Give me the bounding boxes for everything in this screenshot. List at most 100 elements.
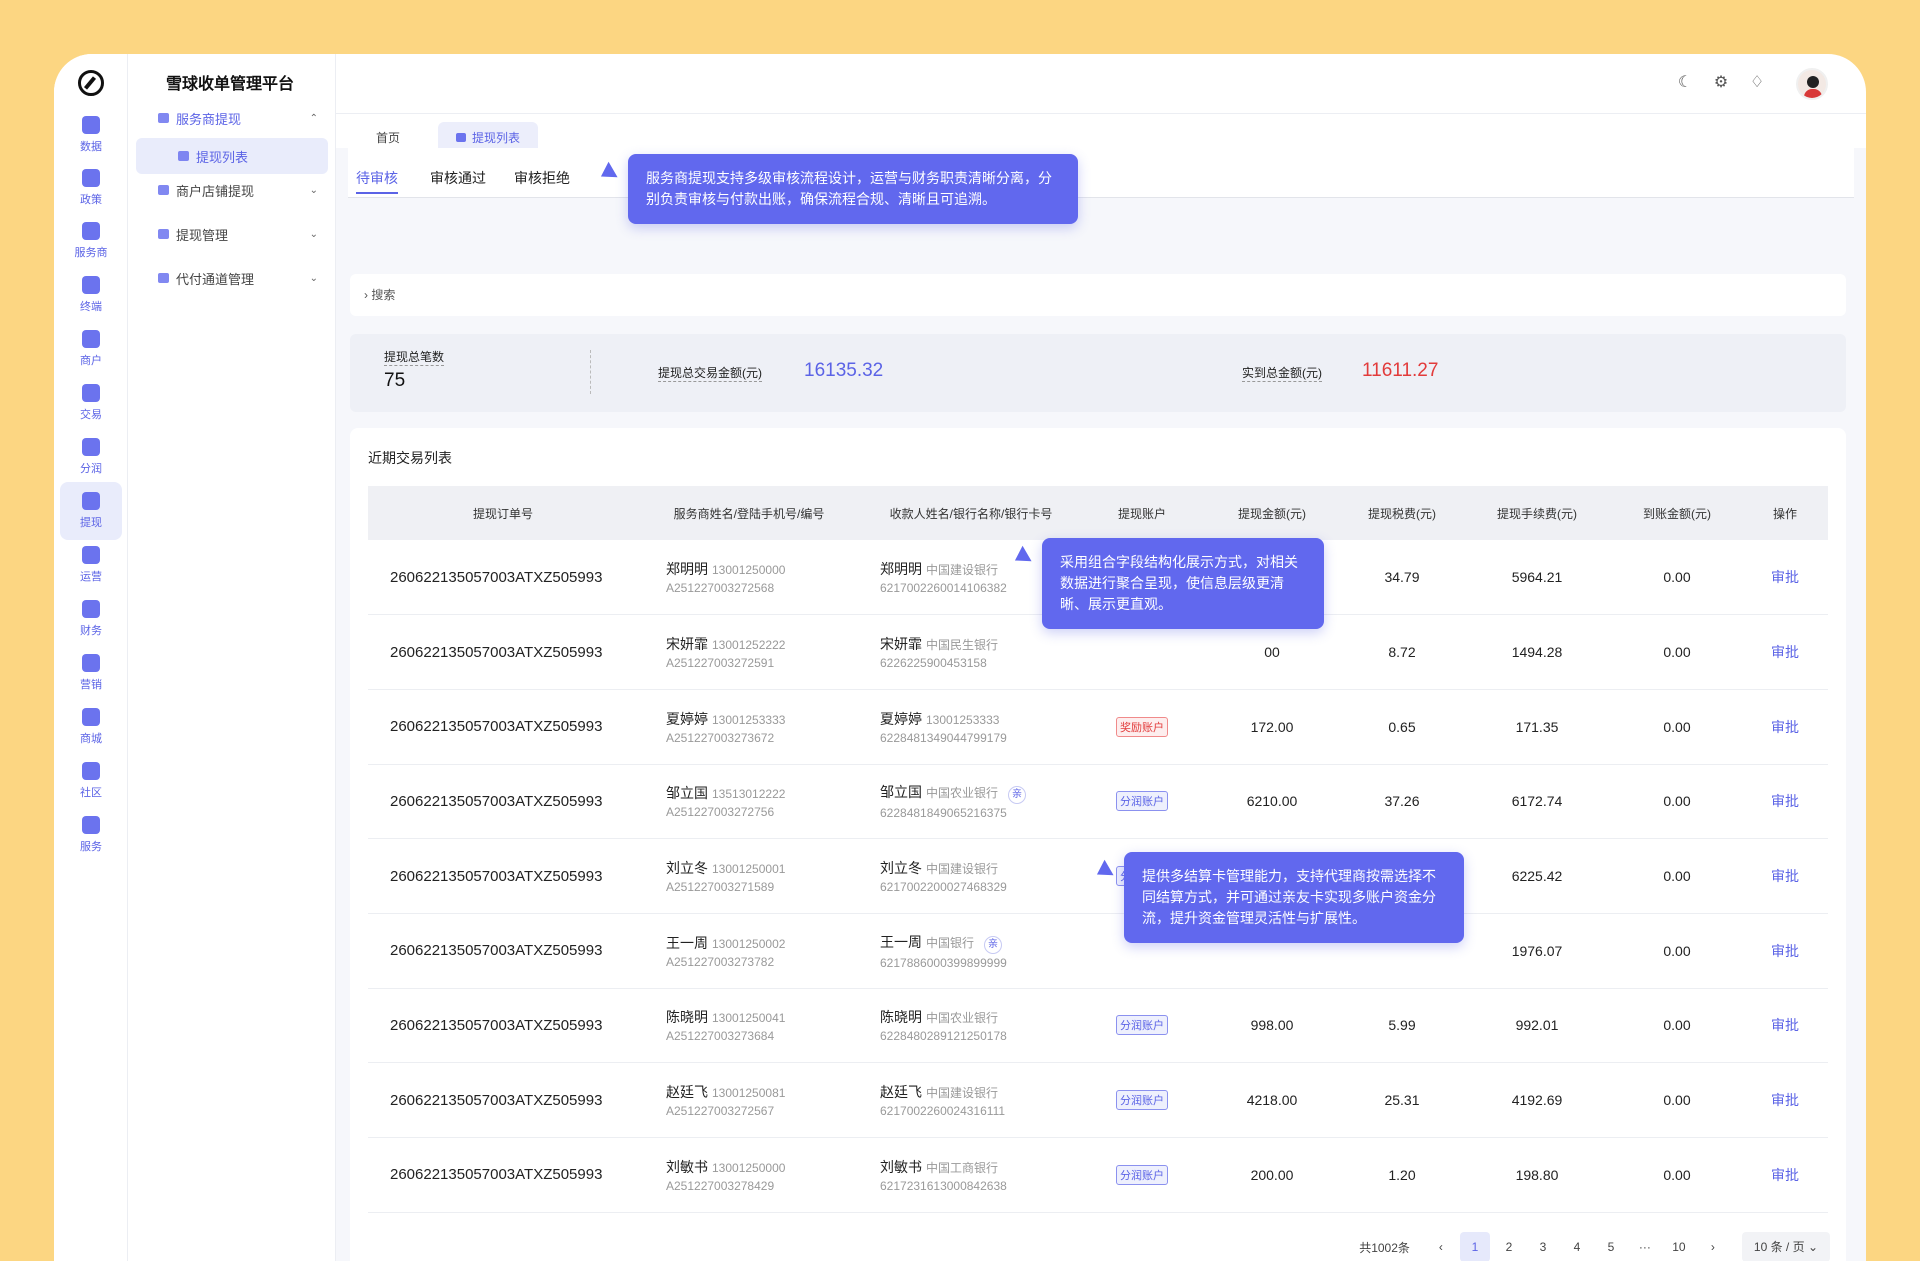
search-panel-toggle[interactable]: › 搜索 — [350, 274, 1846, 316]
rail-item-withdraw[interactable]: 提现 — [60, 482, 122, 540]
tab-withdraw-list[interactable]: 提现列表 — [438, 122, 539, 150]
received: 0.00 — [1612, 1062, 1742, 1138]
prev-page-button[interactable]: ‹ — [1426, 1232, 1456, 1261]
side-menu: 雪球收单管理平台 服务商提现 ⌃ 提现列表 商户店铺提现 ⌄ 提现管理 ⌄ 代付通道管… — [128, 54, 336, 1261]
rail-item-profit[interactable]: 分润 — [60, 428, 122, 486]
rail-item-community[interactable]: 社区 — [60, 752, 122, 810]
page-size-select[interactable]: 10 条 / 页 ⌄ — [1741, 1232, 1830, 1261]
status-tabs: 待审核 审核通过 审核拒绝 — [348, 148, 1854, 198]
tab-approved[interactable]: 审核通过 — [430, 168, 486, 188]
page-3[interactable]: 3 — [1528, 1232, 1558, 1261]
tab-pending[interactable]: 待审核 — [356, 168, 398, 194]
account-cell: 分润账户 — [1082, 764, 1202, 840]
provider-name: 刘敏书 — [666, 1158, 708, 1175]
rail-item-operation[interactable]: 运营 — [60, 536, 122, 594]
gear-icon[interactable]: ⚙ — [1712, 74, 1730, 92]
payee-bank: 中国工商银行 — [926, 1160, 999, 1175]
fee: 171.35 — [1462, 689, 1612, 765]
page-1[interactable]: 1 — [1459, 1232, 1490, 1261]
provider-code: A251227003271589 — [666, 880, 775, 895]
order-id: 260622135057003ATXZ505993 — [368, 614, 638, 690]
table-header: 提现订单号 服务商姓名/登陆手机号/编号 收款人姓名/银行名称/银行卡号 提现账… — [368, 486, 1828, 540]
menu-payout-channel[interactable]: 代付通道管理 ⌄ — [136, 260, 328, 296]
payee-cell: 刘敏书 中国工商银行 6217231613000842638 — [860, 1137, 1082, 1213]
payee-cell: 陈晓明 中国农业银行 6228480289121250178 — [860, 988, 1082, 1064]
chevron-down-icon: ⌄ — [309, 184, 318, 196]
table-row: 260622135057003ATXZ505993 赵廷飞 13001250081… — [368, 1062, 1828, 1138]
provider-cell: 郑明明 13001250000 A251227003272568 — [638, 540, 860, 616]
menu-withdraw-manage[interactable]: 提现管理 ⌄ — [136, 216, 328, 252]
avatar[interactable] — [1796, 68, 1828, 100]
rail-item-mall[interactable]: 商城 — [60, 698, 122, 756]
provider-code: A251227003272756 — [666, 805, 775, 820]
rail-item-service[interactable]: 服务 — [60, 806, 122, 864]
payee-name: 王一周 — [880, 933, 922, 950]
page-5[interactable]: 5 — [1596, 1232, 1626, 1261]
approve-button[interactable]: 审批 — [1771, 793, 1799, 809]
menu-withdraw-list[interactable]: 提现列表 — [136, 138, 328, 174]
wallet-icon — [158, 113, 169, 123]
rail-item-marketing[interactable]: 营销 — [60, 644, 122, 702]
tab-home[interactable]: 首页 — [358, 122, 418, 150]
fee: 1494.28 — [1462, 614, 1612, 690]
account-badge: 分润账户 — [1116, 1015, 1168, 1036]
menu-provider-withdraw[interactable]: 服务商提现 ⌃ — [136, 100, 328, 136]
table-row: 260622135057003ATXZ505993 王一周 13001250002… — [368, 913, 1828, 989]
provider-name: 邹立国 — [666, 785, 708, 802]
moon-icon[interactable]: ☾ — [1676, 74, 1694, 92]
col-tax: 提现税费(元) — [1342, 486, 1462, 540]
rail-item-terminal[interactable]: 终端 — [60, 266, 122, 324]
rail-item-policy[interactable]: 政策 — [60, 159, 122, 217]
gift-icon — [82, 654, 100, 672]
coin-hand-icon — [82, 384, 100, 402]
shirt-icon[interactable]: ♢ — [1748, 74, 1766, 92]
received: 0.00 — [1612, 689, 1742, 765]
approve-button[interactable]: 审批 — [1771, 1017, 1799, 1033]
fee: 5964.21 — [1462, 540, 1612, 616]
approve-button[interactable]: 审批 — [1771, 943, 1799, 959]
approve-button[interactable]: 审批 — [1771, 569, 1799, 585]
app-window: 数据 政策 服务商 终端 商户 交易 分润 提现 运营 财务 营销 商城 社区 … — [54, 54, 1866, 1261]
approve-button[interactable]: 审批 — [1771, 644, 1799, 660]
page-10[interactable]: 10 — [1664, 1232, 1694, 1261]
stat-count-value: 75 — [384, 370, 406, 391]
payee-name: 宋妍霏 — [880, 636, 922, 653]
provider-name: 陈晓明 — [666, 1009, 708, 1026]
approve-button[interactable]: 审批 — [1771, 868, 1799, 884]
fee: 198.80 — [1462, 1137, 1612, 1213]
next-page-button[interactable]: › — [1698, 1232, 1728, 1261]
user-icon — [82, 222, 100, 240]
payee-cell: 赵廷飞 中国建设银行 6217002260024316111 — [860, 1062, 1082, 1138]
rail-item-transaction[interactable]: 交易 — [60, 374, 122, 432]
approve-button[interactable]: 审批 — [1771, 1167, 1799, 1183]
chart-icon — [82, 116, 100, 134]
tax: 37.26 — [1342, 764, 1462, 840]
menu-store-withdraw[interactable]: 商户店铺提现 ⌄ — [136, 172, 328, 208]
icon-rail: 数据 政策 服务商 终端 商户 交易 分润 提现 运营 财务 营销 商城 社区 … — [54, 54, 128, 1261]
stat-amount-value: 16135.32 — [804, 360, 884, 381]
chevron-up-icon: ⌃ — [309, 112, 318, 124]
order-id: 260622135057003ATXZ505993 — [368, 689, 638, 765]
received: 0.00 — [1612, 540, 1742, 616]
rail-item-provider[interactable]: 服务商 — [60, 212, 122, 270]
provider-phone: 13001250002 — [712, 936, 786, 951]
approve-button[interactable]: 审批 — [1771, 719, 1799, 735]
rail-item-finance[interactable]: 财务 — [60, 590, 122, 648]
payee-bank: 中国建设银行 — [926, 563, 999, 578]
page-2[interactable]: 2 — [1494, 1232, 1524, 1261]
page-4[interactable]: 4 — [1562, 1232, 1592, 1261]
payee-bank: 中国建设银行 — [926, 1086, 999, 1101]
rail-item-merchant[interactable]: 商户 — [60, 320, 122, 378]
provider-phone: 13001250041 — [712, 1011, 786, 1026]
tax: 1.20 — [1342, 1137, 1462, 1213]
chevron-down-icon: ⌄ — [309, 228, 318, 240]
action-cell: 审批 — [1742, 764, 1828, 840]
page-ellipsis[interactable]: ··· — [1630, 1232, 1660, 1261]
approve-button[interactable]: 审批 — [1771, 1092, 1799, 1108]
rail-item-data[interactable]: 数据 — [60, 106, 122, 164]
action-cell: 审批 — [1742, 838, 1828, 914]
tax: 8.72 — [1342, 614, 1462, 690]
provider-name: 刘立冬 — [666, 860, 708, 877]
tab-rejected[interactable]: 审核拒绝 — [514, 168, 570, 188]
payee-card: 6217886000399899999 — [880, 955, 1007, 970]
